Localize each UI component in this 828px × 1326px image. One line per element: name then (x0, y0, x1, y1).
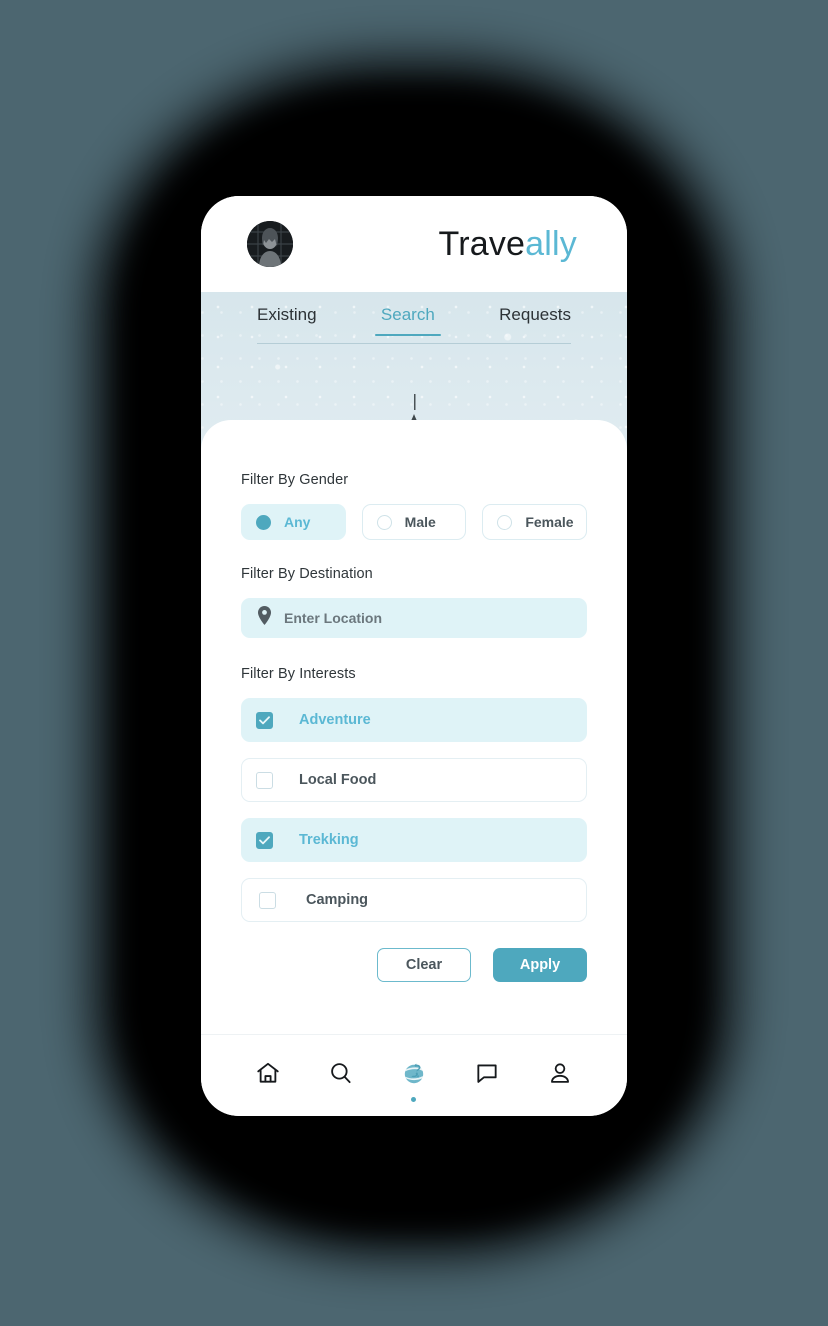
location-input-placeholder: Enter Location (284, 610, 383, 626)
tab-bar: Existing Search Requests (201, 292, 627, 348)
radio-icon (376, 514, 392, 530)
gender-option-label: Female (525, 514, 574, 530)
app-logo: Traveally (439, 225, 577, 264)
gender-option-label: Male (404, 514, 436, 530)
filter-sheet: Filter By Gender Any Male Female Filter … (201, 420, 627, 1034)
interest-option-camping[interactable]: Camping (241, 878, 587, 922)
interest-option-trekking[interactable]: Trekking (241, 818, 587, 862)
nav-globe[interactable] (391, 1053, 437, 1102)
interest-option-local-food[interactable]: Local Food (241, 758, 587, 802)
gender-option-any[interactable]: Any (241, 504, 346, 540)
radio-icon (497, 514, 513, 530)
phone-mockup: Traveally Existing Search Requests Filte… (201, 196, 627, 1116)
checkbox-icon (256, 711, 273, 729)
bottom-navigation (201, 1034, 627, 1116)
chat-icon (474, 1060, 500, 1091)
app-header: Traveally (201, 196, 627, 292)
apply-button[interactable]: Apply (493, 948, 587, 982)
checkbox-icon (259, 891, 276, 909)
filter-actions: Clear Apply (241, 948, 587, 982)
avatar[interactable] (247, 221, 293, 267)
destination-section-label: Filter By Destination (241, 566, 373, 582)
tab-search[interactable]: Search (374, 305, 441, 336)
profile-icon (547, 1060, 573, 1091)
home-icon (255, 1060, 281, 1091)
interest-option-adventure[interactable]: Adventure (241, 698, 587, 742)
map-pin-icon (257, 606, 272, 630)
logo-text-primary: Trave (438, 224, 526, 263)
tab-existing[interactable]: Existing (257, 305, 317, 335)
globe-icon (400, 1059, 428, 1092)
radio-icon (256, 514, 271, 530)
nav-search[interactable] (318, 1053, 364, 1099)
interest-option-label: Adventure (299, 712, 371, 728)
checkbox-icon (256, 831, 273, 849)
interest-option-label: Camping (306, 892, 369, 908)
nav-chat[interactable] (464, 1053, 510, 1099)
gender-section-label: Filter By Gender (241, 472, 349, 488)
nav-profile[interactable] (537, 1053, 583, 1099)
interests-section-label: Filter By Interests (241, 666, 356, 682)
logo-text-accent: ally (525, 224, 577, 263)
gender-option-label: Any (284, 514, 311, 530)
location-input[interactable]: Enter Location (241, 598, 587, 638)
tab-requests[interactable]: Requests (499, 305, 571, 335)
interest-option-label: Trekking (299, 832, 359, 848)
clear-button[interactable]: Clear (377, 948, 471, 982)
gender-options: Any Male Female (241, 504, 588, 540)
gender-option-male[interactable]: Male (361, 504, 467, 540)
checkbox-icon (256, 771, 273, 789)
search-icon (328, 1060, 354, 1091)
gender-option-female[interactable]: Female (482, 504, 588, 540)
nav-home[interactable] (245, 1053, 291, 1099)
active-dot (411, 1096, 417, 1102)
interest-option-label: Local Food (299, 772, 377, 788)
